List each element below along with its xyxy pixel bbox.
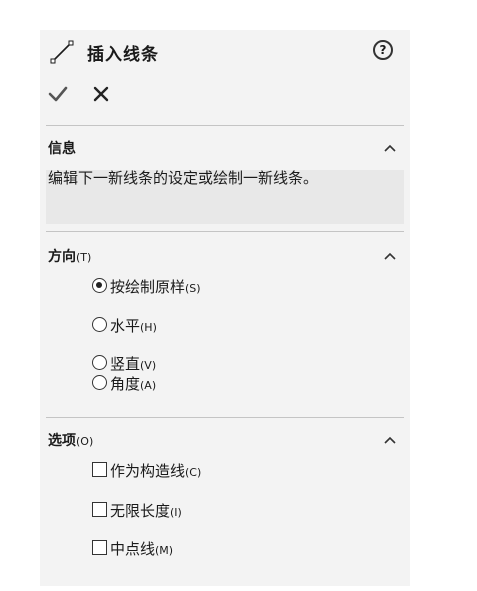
radio-button[interactable] [92, 355, 107, 370]
cancel-button[interactable] [90, 83, 112, 105]
section-divider [46, 125, 404, 126]
radio-button-selected[interactable] [92, 278, 107, 293]
option-label: 水平(H) [110, 317, 157, 335]
checkbox[interactable] [92, 462, 107, 477]
orientation-section-title[interactable]: 方向(T) [48, 246, 91, 266]
chevron-up-icon[interactable] [383, 435, 397, 445]
options-section-label: 选项 [48, 433, 76, 449]
option-label: 作为构造线(C) [110, 462, 202, 480]
options-hotkey: (O) [76, 435, 94, 448]
chevron-up-icon[interactable] [383, 143, 397, 153]
option-label: 中点线(M) [110, 540, 174, 558]
option-label: 竖直(V) [110, 355, 157, 373]
radio-button[interactable] [92, 375, 107, 390]
help-icon[interactable]: ? [373, 40, 393, 60]
message-box: 编辑下一新线条的设定或绘制一新线条。 [46, 170, 404, 224]
checkbox[interactable] [92, 502, 107, 517]
option-label: 角度(A) [110, 375, 157, 393]
ok-button[interactable] [47, 83, 69, 105]
panel-header: 插入线条 ? [40, 30, 410, 74]
message-text: 编辑下一新线条的设定或绘制一新线条。 [48, 169, 319, 187]
line-tool-icon [50, 40, 74, 64]
radio-button[interactable] [92, 317, 107, 332]
option-label: 无限长度(I) [110, 502, 182, 520]
orientation-section-label: 方向 [48, 249, 76, 265]
message-section-label: 信息 [48, 141, 76, 157]
message-section-title[interactable]: 信息 [48, 138, 76, 158]
section-divider [46, 231, 404, 232]
panel-title: 插入线条 [87, 45, 159, 65]
insert-line-property-panel: 插入线条 ? 信息 编辑下一新线条的设定或绘制一新线条。 方向(T) 按绘制原样… [40, 30, 410, 586]
option-label: 按绘制原样(S) [110, 278, 201, 296]
orientation-hotkey: (T) [76, 251, 92, 264]
options-section-title[interactable]: 选项(O) [48, 430, 93, 450]
checkbox[interactable] [92, 540, 107, 555]
section-divider [46, 417, 404, 418]
chevron-up-icon[interactable] [383, 251, 397, 261]
